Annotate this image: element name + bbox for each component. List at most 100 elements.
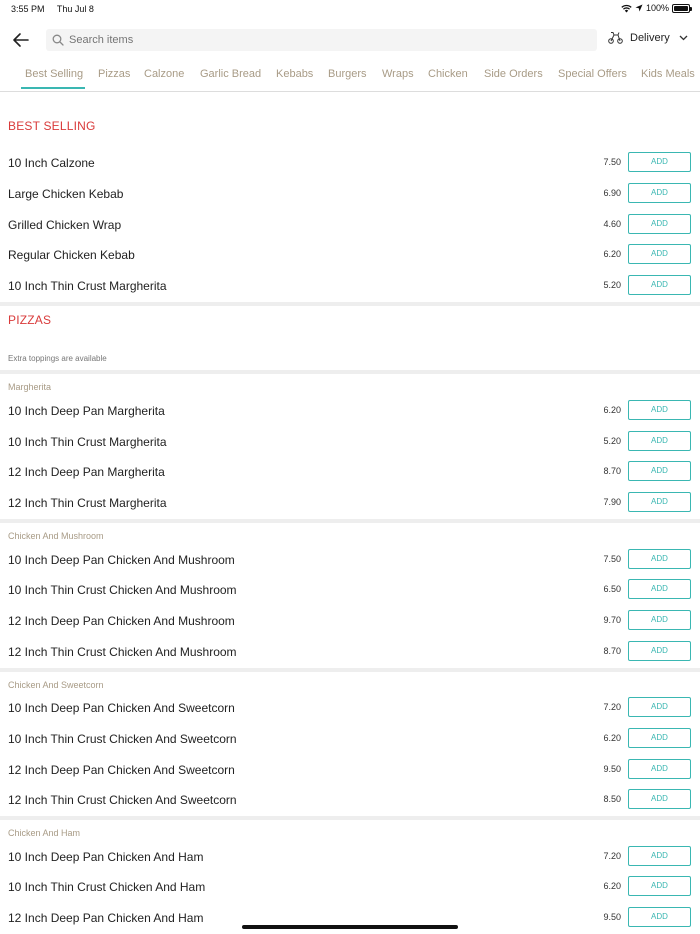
menu-item: 12 Inch Thin Crust Chicken And Sweetcorn… (0, 789, 700, 811)
item-name: 10 Inch Thin Crust Chicken And Sweetcorn (8, 732, 237, 746)
item-name: 10 Inch Deep Pan Chicken And Mushroom (8, 553, 235, 567)
menu-item: Regular Chicken Kebab 6.20 ADD (0, 244, 700, 266)
search-box[interactable] (46, 29, 597, 51)
menu-item: 10 Inch Deep Pan Chicken And Mushroom 7.… (0, 549, 700, 571)
item-price: 8.50 (603, 794, 621, 804)
menu-item: 10 Inch Thin Crust Chicken And Ham 6.20 … (0, 876, 700, 898)
tab-garlic-bread[interactable]: Garlic Bread (200, 68, 261, 80)
wifi-icon (621, 4, 632, 12)
group-divider (0, 370, 700, 374)
add-button[interactable]: ADD (628, 641, 691, 661)
menu-item: 10 Inch Thin Crust Chicken And Sweetcorn… (0, 728, 700, 750)
add-button[interactable]: ADD (628, 244, 691, 264)
status-bar: 3:55 PM Thu Jul 8 100% (0, 0, 700, 18)
section-divider (0, 302, 700, 306)
item-name: 12 Inch Thin Crust Chicken And Mushroom (8, 645, 237, 659)
item-price: 6.50 (603, 584, 621, 594)
add-button[interactable]: ADD (628, 846, 691, 866)
item-price: 7.20 (603, 702, 621, 712)
item-name: Large Chicken Kebab (8, 187, 124, 201)
battery-icon (672, 3, 692, 13)
menu-item: Grilled Chicken Wrap 4.60 ADD (0, 214, 700, 236)
add-button[interactable]: ADD (628, 697, 691, 717)
add-button[interactable]: ADD (628, 579, 691, 599)
delivery-label: Delivery (630, 31, 670, 44)
item-name: 12 Inch Deep Pan Chicken And Mushroom (8, 614, 235, 628)
delivery-selector[interactable]: Delivery (608, 31, 695, 44)
item-name: 10 Inch Thin Crust Chicken And Mushroom (8, 583, 237, 597)
item-price: 5.20 (603, 436, 621, 446)
menu-item: 10 Inch Thin Crust Margherita 5.20 ADD (0, 431, 700, 453)
add-button[interactable]: ADD (628, 275, 691, 295)
add-button[interactable]: ADD (628, 431, 691, 451)
tab-kids-meals[interactable]: Kids Meals (641, 68, 695, 80)
add-button[interactable]: ADD (628, 728, 691, 748)
menu-item: 10 Inch Deep Pan Chicken And Sweetcorn 7… (0, 697, 700, 719)
item-name: 10 Inch Deep Pan Chicken And Sweetcorn (8, 701, 235, 715)
search-input[interactable] (69, 34, 569, 46)
add-button[interactable]: ADD (628, 907, 691, 927)
add-button[interactable]: ADD (628, 492, 691, 512)
item-price: 6.20 (603, 249, 621, 259)
location-icon (635, 4, 643, 12)
home-indicator[interactable] (242, 925, 458, 929)
battery-percent: 100% (645, 3, 669, 13)
menu-item: 10 Inch Thin Crust Chicken And Mushroom … (0, 579, 700, 601)
menu-item: 10 Inch Calzone 7.50 ADD (0, 152, 700, 174)
add-button[interactable]: ADD (628, 214, 691, 234)
top-bar: Delivery (0, 26, 700, 54)
add-button[interactable]: ADD (628, 549, 691, 569)
section-title-pizzas: PIZZAS (8, 313, 52, 327)
item-price: 5.20 (603, 280, 621, 290)
add-button[interactable]: ADD (628, 152, 691, 172)
menu-item: 12 Inch Thin Crust Chicken And Mushroom … (0, 641, 700, 663)
item-name: 10 Inch Deep Pan Chicken And Ham (8, 850, 204, 864)
tab-kebabs[interactable]: Kebabs (276, 68, 313, 80)
add-button[interactable]: ADD (628, 789, 691, 809)
item-price: 6.20 (603, 733, 621, 743)
tab-wraps[interactable]: Wraps (382, 68, 414, 80)
tab-chicken[interactable]: Chicken (428, 68, 468, 80)
back-button[interactable] (10, 30, 32, 50)
item-price: 6.90 (603, 188, 621, 198)
group-label-margherita: Margherita (8, 382, 52, 392)
add-button[interactable]: ADD (628, 876, 691, 896)
item-price: 7.90 (603, 497, 621, 507)
item-name: 10 Inch Thin Crust Margherita (8, 435, 167, 449)
item-price: 9.70 (603, 615, 621, 625)
group-label-chicken-sweetcorn: Chicken And Sweetcorn (8, 680, 104, 690)
item-price: 6.20 (603, 405, 621, 415)
status-date: Thu Jul 8 (56, 4, 94, 14)
item-name: 10 Inch Calzone (8, 156, 95, 170)
active-tab-indicator (21, 87, 85, 89)
back-arrow-icon (13, 33, 29, 47)
item-price: 6.20 (603, 881, 621, 891)
scooter-icon (608, 32, 623, 44)
item-name: 12 Inch Deep Pan Chicken And Ham (8, 911, 204, 925)
tab-best-selling[interactable]: Best Selling (25, 68, 83, 80)
group-label-chicken-ham: Chicken And Ham (8, 828, 81, 838)
item-price: 7.50 (603, 157, 621, 167)
status-time: 3:55 PM (11, 4, 45, 14)
group-divider (0, 668, 700, 672)
item-name: 12 Inch Thin Crust Margherita (8, 496, 167, 510)
menu-item: 12 Inch Thin Crust Margherita 7.90 ADD (0, 492, 700, 514)
search-icon (52, 34, 64, 46)
tab-calzone[interactable]: Calzone (144, 68, 184, 80)
add-button[interactable]: ADD (628, 183, 691, 203)
add-button[interactable]: ADD (628, 759, 691, 779)
tab-pizzas[interactable]: Pizzas (98, 68, 130, 80)
add-button[interactable]: ADD (628, 610, 691, 630)
add-button[interactable]: ADD (628, 461, 691, 481)
menu-item: 10 Inch Deep Pan Chicken And Ham 7.20 AD… (0, 846, 700, 868)
item-name: 12 Inch Deep Pan Chicken And Sweetcorn (8, 763, 235, 777)
section-note: Extra toppings are available (8, 354, 107, 363)
item-price: 4.60 (603, 219, 621, 229)
menu-item: 10 Inch Thin Crust Margherita 5.20 ADD (0, 275, 700, 297)
item-name: 12 Inch Thin Crust Chicken And Sweetcorn (8, 793, 237, 807)
tab-side-orders[interactable]: Side Orders (484, 68, 543, 80)
add-button[interactable]: ADD (628, 400, 691, 420)
menu-item: 12 Inch Deep Pan Chicken And Sweetcorn 9… (0, 759, 700, 781)
tab-burgers[interactable]: Burgers (328, 68, 367, 80)
tab-special-offers[interactable]: Special Offers (558, 68, 627, 80)
